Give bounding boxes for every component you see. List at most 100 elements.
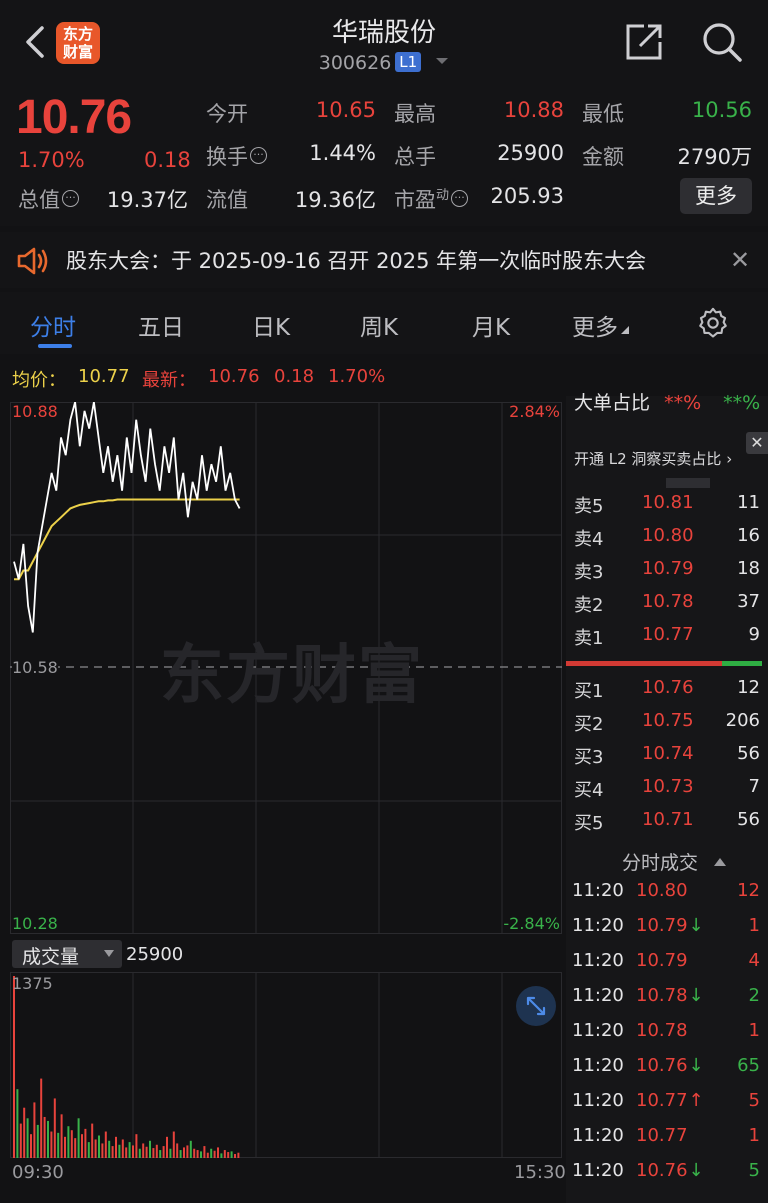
bid-row-label: 买5 (574, 813, 604, 834)
arrow-down-icon: ↓ (688, 1160, 704, 1181)
bid-row-volume: 7 (748, 776, 760, 797)
arrow-down-icon: ↓ (688, 1055, 704, 1076)
l2-promo-text: 开通 L2 洞察买卖占比 (574, 450, 722, 468)
tick-volume: 12 (737, 880, 760, 901)
more-dots-icon: ··· (62, 190, 79, 207)
notice-bar[interactable]: 股东大会：于 2025-09-16 召开 2025 年第一次临时股东大会 ✕ (0, 232, 768, 288)
bid-row[interactable]: 买4 10.73 7 (566, 776, 768, 809)
arrow-down-icon: ↓ (688, 985, 704, 1006)
bid-row-price: 10.76 (642, 677, 694, 698)
amount-label: 金额 (582, 145, 624, 169)
pe-label[interactable]: 市盈动 ··· (394, 184, 469, 214)
volume-bar (50, 1131, 53, 1158)
tick-price: 10.79↓ (636, 915, 704, 936)
volume-bar (16, 1089, 19, 1158)
bid-row-price: 10.75 (642, 710, 694, 731)
volume-bar (115, 1136, 117, 1158)
volume-bar (57, 1132, 60, 1158)
high-value: 10.88 (503, 98, 564, 122)
y-axis-bottom: 10.28 (12, 914, 58, 933)
bid-row-label: 买1 (574, 681, 604, 702)
bid-row-price: 10.71 (642, 809, 694, 830)
ask-row[interactable]: 卖3 10.79 18 (566, 558, 768, 591)
volume-bar (162, 1146, 165, 1158)
volume-bar (234, 1154, 236, 1158)
volume-bar (125, 1147, 128, 1158)
ask-row-price: 10.80 (642, 525, 694, 546)
tick-price: 10.78 (636, 1020, 688, 1041)
volume-bar (189, 1140, 192, 1158)
volume-bar (155, 1144, 158, 1158)
mktcap-label-text: 总值 (18, 188, 60, 212)
bid-row-label: 买4 (574, 780, 604, 801)
turnover-label-text: 换手 (206, 145, 248, 169)
tab-intraday[interactable]: 分时 (30, 308, 76, 342)
search-icon (703, 23, 742, 62)
volume-bar (60, 1114, 63, 1158)
intraday-chart[interactable]: 东方财富 10.88 10.58 10.28 2.84% -2.84% (10, 402, 562, 934)
volume-bar (183, 1147, 185, 1158)
ask-row[interactable]: 卖1 10.77 9 (566, 624, 768, 657)
tick-row: 11:20 10.79↓ 1 (566, 915, 768, 948)
volume-max-label: 1375 (12, 974, 53, 993)
volume-bar (104, 1131, 107, 1158)
bid-row[interactable]: 买2 10.75 206 (566, 710, 768, 743)
latest-label: 最新： (142, 370, 196, 391)
expand-chart-button[interactable] (516, 986, 556, 1026)
ask-row[interactable]: 卖4 10.80 16 (566, 525, 768, 558)
tick-time: 11:20 (572, 985, 624, 1006)
buy-sell-bar-sell (566, 661, 722, 666)
latest-value: 10.76 (208, 366, 260, 387)
volume-bar (70, 1130, 73, 1158)
tick-volume: 2 (748, 985, 760, 1006)
volume-bar (74, 1138, 77, 1158)
turnover-label[interactable]: 换手 ··· (206, 141, 267, 171)
bid-row[interactable]: 买1 10.76 12 (566, 677, 768, 710)
tick-price: 10.77 (636, 1125, 688, 1146)
stock-code: 300626 (318, 52, 392, 74)
tab-more[interactable]: 更多 (572, 308, 630, 342)
bid-row-label: 买3 (574, 747, 604, 768)
search-button[interactable] (700, 20, 744, 64)
ask-row[interactable]: 卖5 10.81 11 (566, 492, 768, 525)
l2-promo-link[interactable]: 开通 L2 洞察买卖占比 › (574, 448, 732, 469)
volume-bar (67, 1126, 70, 1158)
gear-icon[interactable] (696, 306, 730, 340)
volume-bar (36, 1124, 39, 1158)
tick-volume: 65 (737, 1055, 760, 1076)
tab-weekly-k[interactable]: 周K (360, 308, 398, 342)
bid-row-volume: 56 (737, 809, 760, 830)
ticks-header[interactable]: 分时成交 (622, 848, 727, 875)
ask-row-volume: 9 (748, 624, 760, 645)
tab-monthly-k[interactable]: 月K (472, 308, 510, 342)
change-percent: 1.70% (18, 148, 85, 172)
corner-triangle-icon (621, 326, 629, 334)
volume-bar (84, 1128, 87, 1158)
volume-bar (108, 1140, 111, 1158)
change-amount: 0.18 (144, 148, 191, 172)
mktcap-label[interactable]: 总值 ··· (18, 184, 79, 214)
share-button[interactable] (624, 22, 664, 62)
ask-row[interactable]: 卖2 10.78 37 (566, 591, 768, 624)
tick-volume: 4 (748, 950, 760, 971)
volume-value: 25900 (497, 141, 564, 165)
bid-row[interactable]: 买3 10.74 56 (566, 743, 768, 776)
avg-value: 10.77 (78, 366, 130, 387)
pe-sup: 动 (436, 188, 450, 203)
volume-chart[interactable]: 1375 (10, 972, 562, 1158)
big-order-sell: **% (723, 392, 761, 414)
tab-daily-k[interactable]: 日K (252, 308, 290, 342)
l2-preview-strip (566, 478, 768, 488)
tick-volume: 1 (748, 915, 760, 936)
close-icon[interactable]: ✕ (746, 432, 768, 454)
tab-five-day[interactable]: 五日 (138, 308, 184, 342)
bid-row[interactable]: 买5 10.71 56 (566, 809, 768, 842)
close-icon[interactable]: ✕ (730, 246, 750, 274)
arrow-up-icon: ↑ (688, 1090, 704, 1111)
volume-indicator-select[interactable]: 成交量 (12, 940, 122, 968)
volume-bar (210, 1148, 213, 1158)
volume-bar (186, 1145, 189, 1158)
more-button[interactable]: 更多 (680, 178, 752, 214)
float-value: 19.36亿 (294, 188, 376, 212)
watermark: 东方财富 (160, 639, 424, 713)
